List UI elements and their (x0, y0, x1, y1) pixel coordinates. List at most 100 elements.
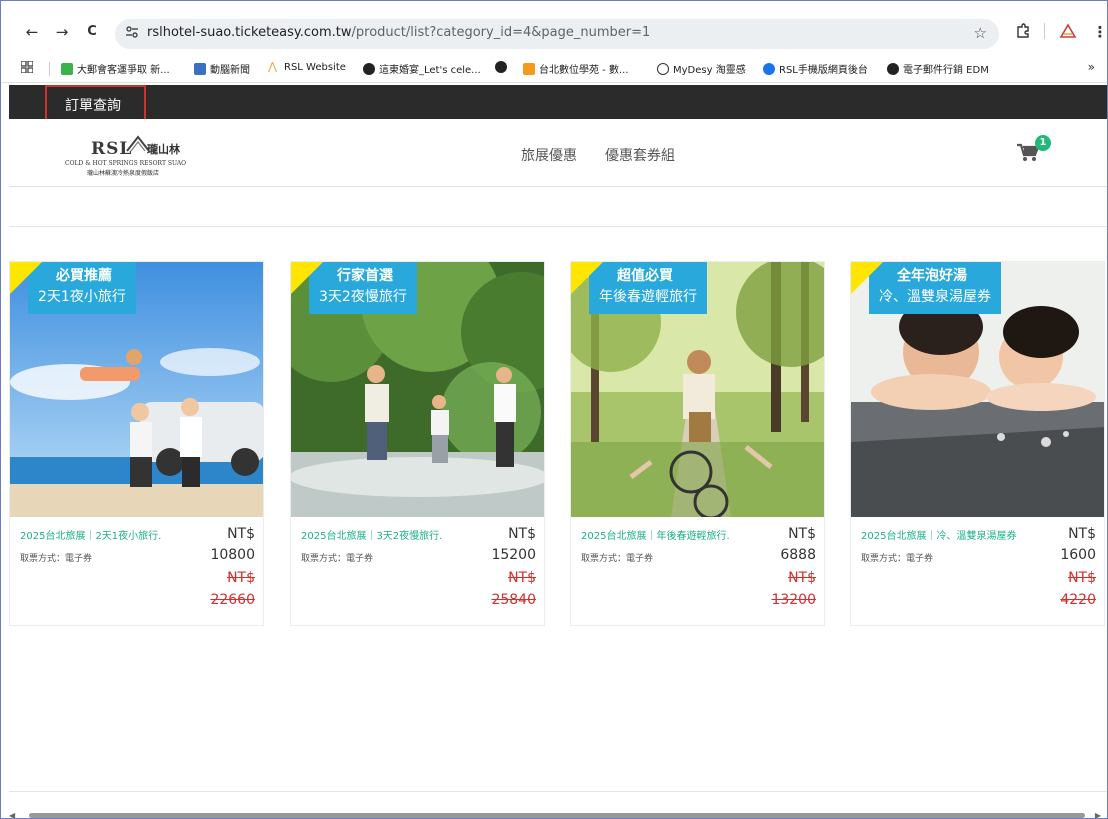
bookmarks-bar: 大郵會客運爭取 新... 動腦新聞 ⋀ RSL Website 這東婚宴_Let'… (1, 52, 1107, 83)
ticket-method: 取票方式：電子券 (581, 554, 654, 564)
bookmark-label: 台北數位學苑 - 數... (539, 65, 629, 76)
ticket-method: 取票方式：電子券 (861, 554, 934, 564)
bookmarks-divider (49, 62, 50, 76)
cart-button[interactable]: 1 (1017, 135, 1051, 163)
section-divider (9, 226, 1107, 227)
rsl-logo[interactable]: RSL 瓏山林 COLD & HOT SPRINGS RESORT SUAO 瓏… (63, 133, 213, 179)
bookmark-item[interactable]: 電子郵件行銷 EDM (887, 61, 989, 76)
product-tag: 全年泡好湯 冷、溫雙泉湯屋券 (851, 262, 1001, 314)
bookmark-favicon (495, 61, 507, 73)
bookmark-favicon (887, 62, 899, 75)
scrollbar-thumb[interactable] (29, 813, 1085, 818)
bookmark-favicon (61, 62, 73, 75)
logo-subtitle-en: COLD & HOT SPRINGS RESORT SUAO (65, 160, 187, 167)
toolbar-divider (1044, 23, 1045, 39)
bookmark-favicon (363, 62, 375, 75)
product-card[interactable]: 必買推薦 2天1夜小旅行 2025台北旅展｜2天1夜小旅行. 取票方式：電子券 … (9, 261, 264, 626)
tag-subtitle: 年後春遊輕旅行 (599, 289, 697, 305)
bookmark-favicon (657, 62, 669, 75)
cart-count-badge: 1 (1035, 135, 1051, 151)
ticket-method: 取票方式：電子券 (20, 554, 93, 564)
tag-title: 超值必買 (617, 268, 673, 284)
product-image[interactable]: 行家首選 3天2夜慢旅行 (291, 262, 544, 517)
product-image[interactable]: 必買推薦 2天1夜小旅行 (10, 262, 263, 517)
browser-toolbar: ← → C rslhotel-suao.ticketeasy.com.tw/pr… (1, 1, 1108, 52)
tag-corner (10, 262, 42, 296)
scroll-right-icon[interactable]: ▶ (1095, 811, 1101, 818)
product-name[interactable]: 2025台北旅展｜3天2夜慢旅行. (301, 527, 471, 542)
original-price-value: 22660 (210, 592, 255, 608)
product-tag: 行家首選 3天2夜慢旅行 (291, 262, 417, 314)
product-tag: 必買推薦 2天1夜小旅行 (10, 262, 136, 314)
bookmark-item[interactable]: 台北數位學苑 - 數... (523, 61, 629, 76)
logo-chinese: 瓏山林 (147, 143, 180, 156)
bookmark-label: MyDesy 淘靈感 (673, 65, 746, 76)
url-path: /product/list?category_id=4&page_number=… (351, 25, 651, 40)
original-price-value: 4220 (1060, 592, 1096, 608)
site-settings-icon[interactable] (123, 25, 141, 43)
bookmark-label: 大郵會客運爭取 新... (77, 65, 170, 76)
extensions-icon[interactable] (1015, 23, 1031, 43)
forward-icon[interactable]: → (51, 21, 73, 43)
product-name[interactable]: 2025台北旅展｜冷、溫雙泉湯屋券 (861, 527, 1031, 542)
bookmark-favicon (194, 62, 206, 75)
apps-grid-icon[interactable] (21, 61, 33, 73)
original-price-currency: NT$ (1068, 570, 1096, 586)
bookmark-label: 動腦新聞 (210, 65, 250, 76)
bookmark-favicon (523, 62, 535, 75)
tag-subtitle: 3天2夜慢旅行 (319, 289, 407, 305)
tag-corner (571, 262, 603, 296)
price-value: 6888 (780, 547, 816, 563)
browser-window: ← → C rslhotel-suao.ticketeasy.com.tw/pr… (0, 0, 1108, 819)
bookmark-label: RSL手機版網頁後台 (779, 65, 868, 76)
price-value: 15200 (491, 547, 536, 563)
price-value: 10800 (210, 547, 255, 563)
bookmark-item[interactable]: 大郵會客運爭取 新... (61, 61, 170, 76)
bookmark-star-icon[interactable]: ☆ (974, 24, 987, 42)
original-price-currency: NT$ (227, 570, 255, 586)
bookmark-item[interactable]: 動腦新聞 (194, 61, 250, 76)
price-currency: NT$ (1068, 526, 1096, 542)
product-name[interactable]: 2025台北旅展｜年後春遊輕旅行. (581, 527, 751, 542)
site-topbar: 訂單查詢 (9, 85, 1107, 125)
tag-corner (291, 262, 323, 296)
price-currency: NT$ (227, 526, 255, 542)
original-price-currency: NT$ (788, 570, 816, 586)
product-card[interactable]: 全年泡好湯 冷、溫雙泉湯屋券 2025台北旅展｜冷、溫雙泉湯屋券 取票方式：電子… (850, 261, 1105, 626)
price-value: 1600 (1060, 547, 1096, 563)
reload-icon[interactable]: C (81, 21, 103, 43)
product-card[interactable]: 行家首選 3天2夜慢旅行 2025台北旅展｜3天2夜慢旅行. 取票方式：電子券 … (290, 261, 545, 626)
back-icon[interactable]: ← (21, 21, 43, 43)
site-navbar: RSL 瓏山林 COLD & HOT SPRINGS RESORT SUAO 瓏… (9, 119, 1107, 187)
bookmark-item[interactable]: RSL手機版網頁後台 (763, 61, 868, 76)
address-bar[interactable]: rslhotel-suao.ticketeasy.com.tw/product/… (115, 19, 999, 49)
bookmark-item[interactable]: MyDesy 淘靈感 (657, 61, 746, 76)
product-name[interactable]: 2025台北旅展｜2天1夜小旅行. (20, 527, 190, 542)
bookmark-favicon: ⋀ (268, 60, 278, 73)
ticket-method: 取票方式：電子券 (301, 554, 374, 564)
bookmark-item[interactable]: 這東婚宴_Let's cele... (363, 61, 481, 76)
bookmark-label: 這東婚宴_Let's cele... (379, 65, 481, 76)
bookmark-label: 電子郵件行銷 EDM (903, 65, 989, 76)
original-price-value: 25840 (491, 592, 536, 608)
profile-icon[interactable] (1059, 23, 1077, 43)
nav-coupon-bundles[interactable]: 優惠套券組 (605, 145, 675, 165)
logo-subtitle-cn: 瓏山林蘇澳冷熱泉度假飯店 (87, 170, 160, 177)
bookmark-item[interactable]: ⋀ RSL Website (268, 61, 346, 73)
bookmark-item[interactable] (495, 61, 511, 73)
product-tag: 超值必買 年後春遊輕旅行 (571, 262, 707, 314)
nav-expo-offers[interactable]: 旅展優惠 (521, 145, 577, 165)
bookmark-label: RSL Website (284, 61, 346, 73)
horizontal-scrollbar[interactable]: ◀ ▶ (9, 811, 1101, 818)
bookmarks-overflow-button[interactable]: » (1088, 60, 1095, 74)
original-price-value: 13200 (771, 592, 816, 608)
product-image[interactable]: 全年泡好湯 冷、溫雙泉湯屋券 (851, 262, 1104, 517)
menu-icon[interactable]: ⋮ (1089, 21, 1108, 43)
url-host: rslhotel-suao.ticketeasy.com.tw (147, 25, 352, 40)
tag-subtitle: 冷、溫雙泉湯屋券 (879, 289, 991, 305)
product-card[interactable]: 超值必買 年後春遊輕旅行 2025台北旅展｜年後春遊輕旅行. 取票方式：電子券 … (570, 261, 825, 626)
scroll-left-icon[interactable]: ◀ (9, 811, 15, 818)
url-text: rslhotel-suao.ticketeasy.com.tw/product/… (147, 25, 650, 40)
product-image[interactable]: 超值必買 年後春遊輕旅行 (571, 262, 824, 517)
bookmark-favicon (763, 62, 775, 75)
